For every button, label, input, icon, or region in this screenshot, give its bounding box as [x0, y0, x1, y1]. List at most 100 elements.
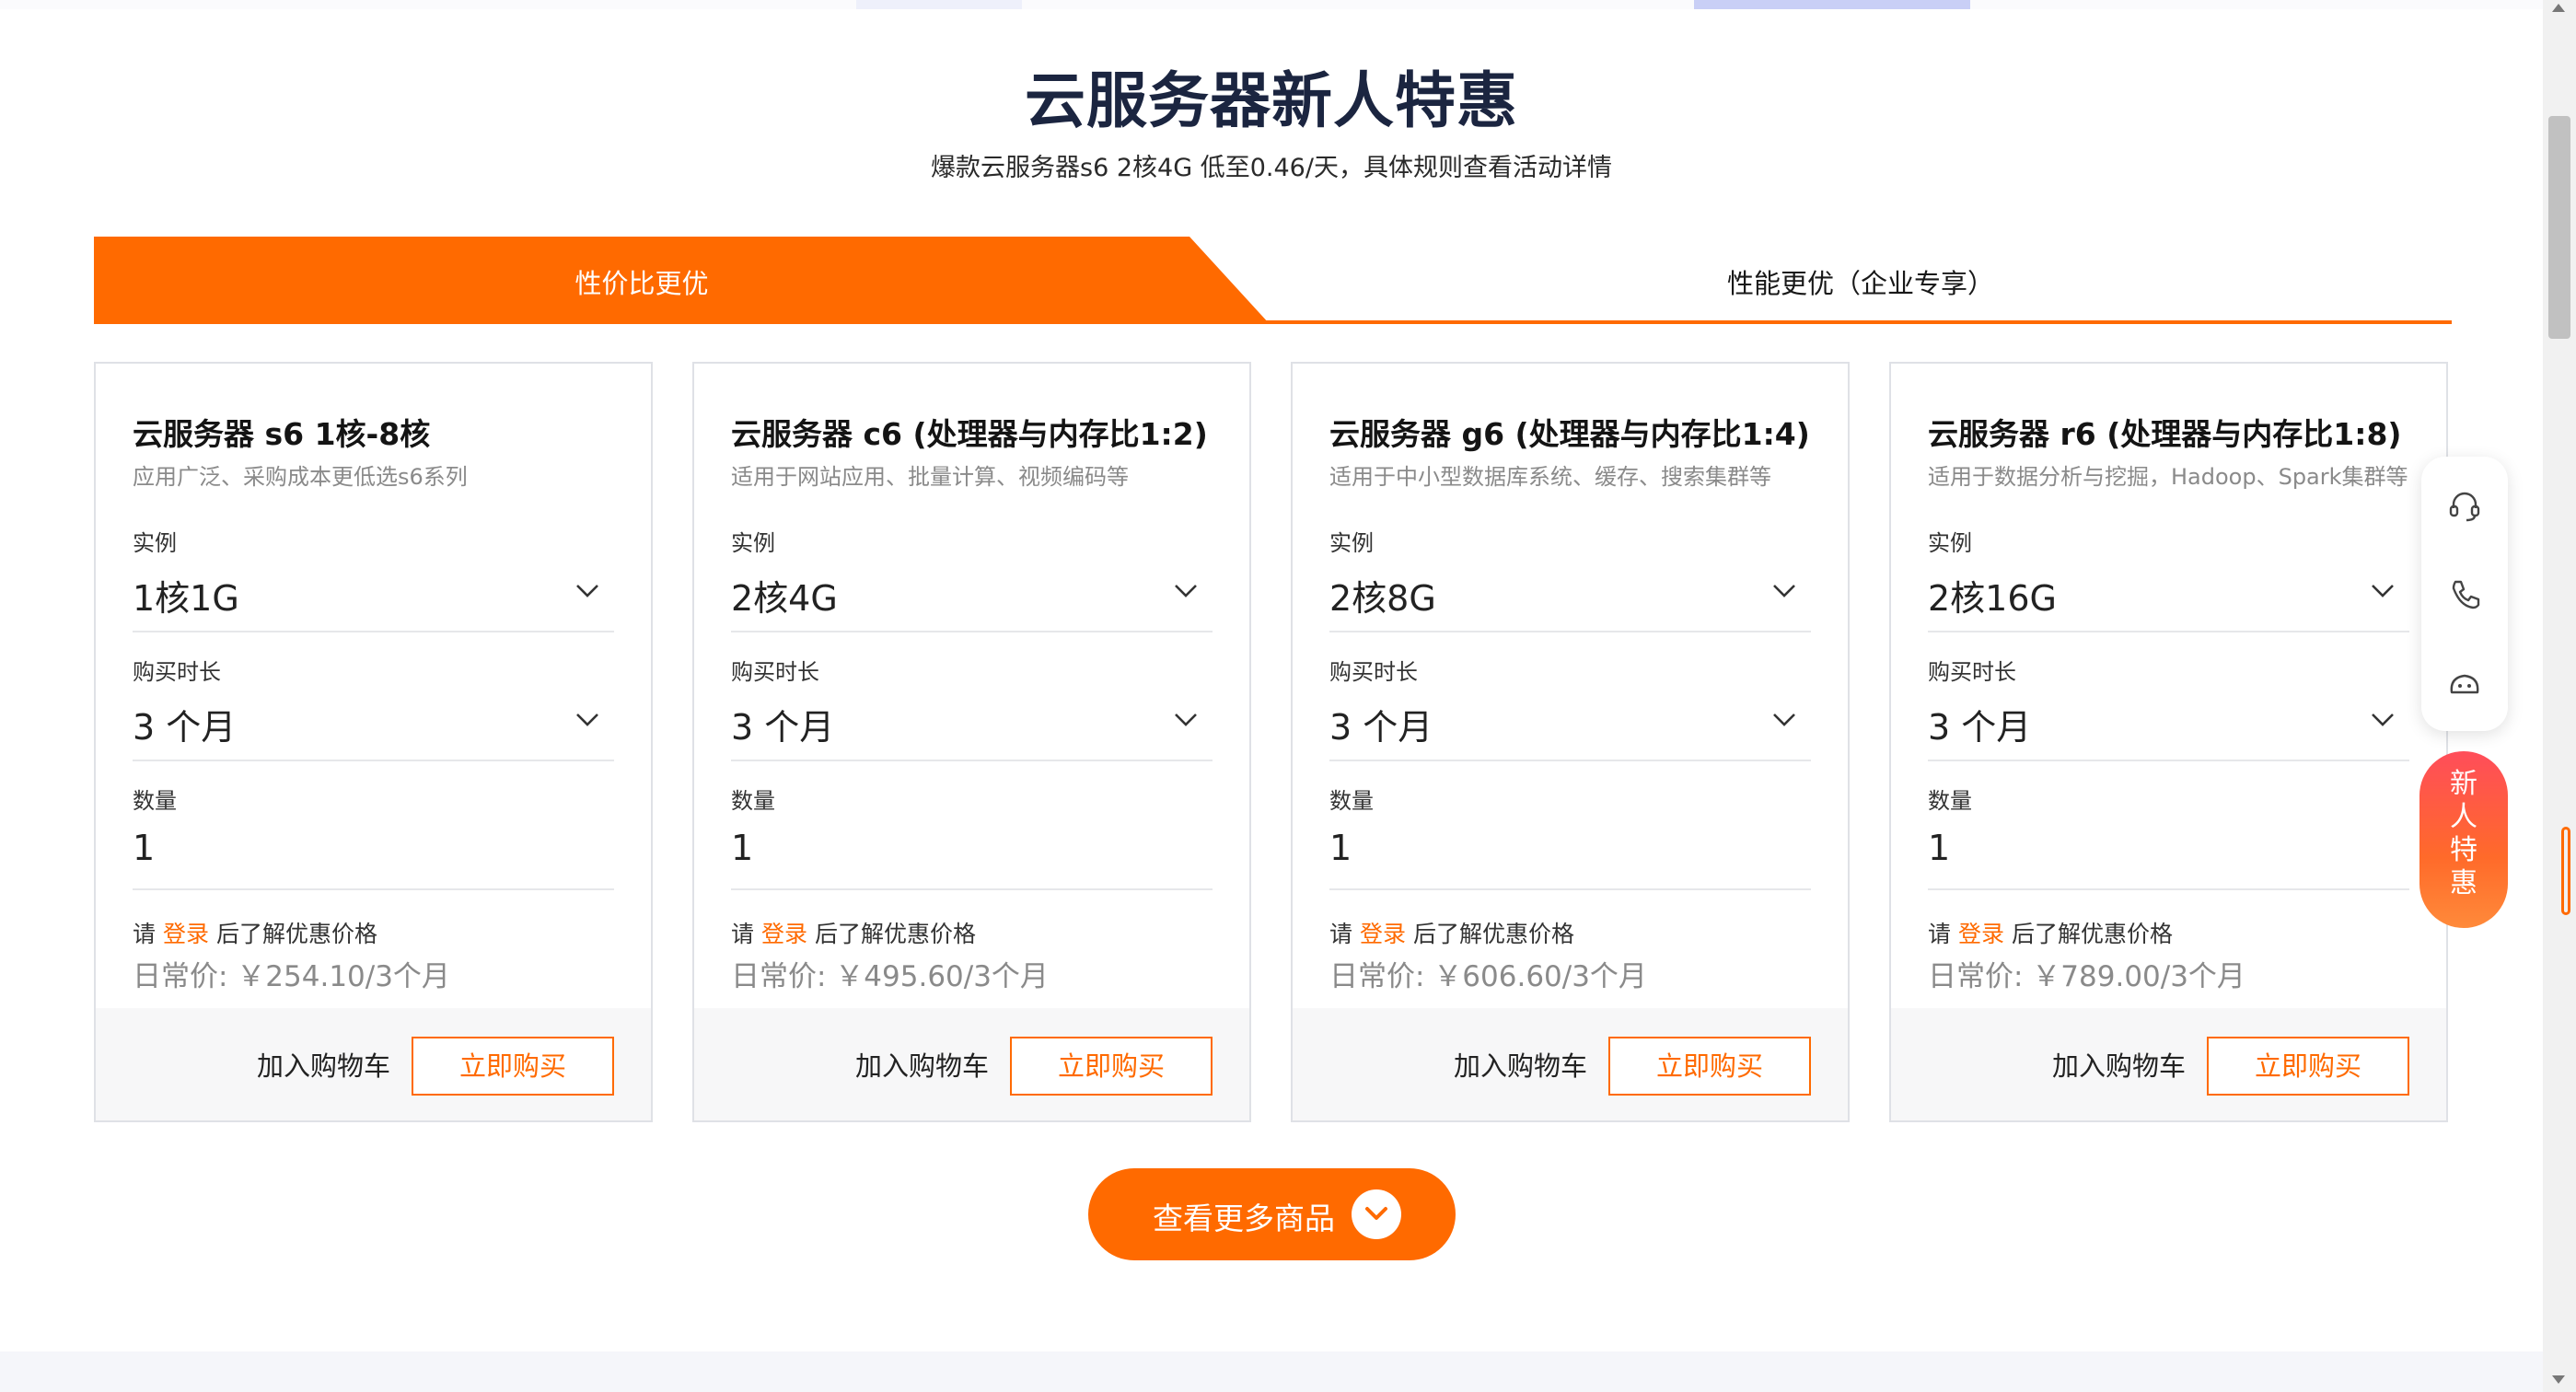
chevron-down-icon: [576, 713, 598, 726]
login-hint: 请 登录 后了解优惠价格: [133, 916, 377, 949]
card-actions: 加入购物车 立即购买: [694, 1008, 1249, 1120]
login-link[interactable]: 登录: [1360, 921, 1406, 947]
buy-now-button[interactable]: 立即购买: [1010, 1037, 1213, 1096]
tab-value[interactable]: 性价比更优: [94, 237, 1270, 324]
duration-select[interactable]: 3 个月: [1329, 686, 1811, 761]
instance-select[interactable]: 2核8G: [1329, 557, 1811, 632]
chevron-down-icon: [1175, 585, 1197, 597]
quantity-label: 数量: [133, 788, 177, 814]
scrollbar-thumb[interactable]: [2548, 116, 2570, 339]
page-title: 云服务器新人特惠: [1025, 65, 1518, 136]
headset-icon[interactable]: [2446, 488, 2483, 525]
scroll-up-icon[interactable]: [2552, 4, 2565, 12]
instance-value: 1核1G: [133, 578, 239, 619]
product-card: 云服务器 c6 (处理器与内存比1:2) 适用于网站应用、批量计算、视频编码等 …: [692, 362, 1251, 1122]
duration-label: 购买时长: [731, 659, 819, 685]
tab-label: 性价比更优: [574, 268, 709, 299]
add-to-cart-button[interactable]: 加入购物车: [855, 1045, 989, 1084]
banner-decoration: [856, 0, 1022, 9]
new-user-promo-button[interactable]: 新人特惠: [2419, 751, 2508, 928]
tab-underline: [1263, 320, 2452, 324]
quantity-input[interactable]: 1: [133, 815, 614, 890]
card-actions: 加入购物车 立即购买: [1293, 1008, 1848, 1120]
login-hint: 请 登录 后了解优惠价格: [1329, 916, 1574, 949]
quantity-value: 1: [731, 828, 754, 868]
quantity-value: 1: [1928, 828, 1951, 868]
instance-value: 2核4G: [731, 578, 838, 619]
banner-decoration: [1694, 0, 1970, 9]
duration-value: 3 个月: [133, 707, 237, 748]
regular-price: 日常价: ￥789.00/3个月: [1928, 960, 2245, 993]
chevron-down-icon: [2372, 713, 2394, 726]
product-tabs: 性价比更优 性能更优（企业专享）: [94, 237, 2452, 324]
login-link[interactable]: 登录: [163, 921, 209, 947]
quantity-label: 数量: [731, 788, 775, 814]
top-banner-edge: [0, 0, 2543, 9]
add-to-cart-button[interactable]: 加入购物车: [257, 1045, 390, 1084]
card-description: 适用于中小型数据库系统、缓存、搜索集群等: [1329, 464, 1771, 490]
card-title: 云服务器 c6 (处理器与内存比1:2): [731, 416, 1208, 452]
quantity-label: 数量: [1928, 788, 1972, 814]
page-subtitle: 爆款云服务器s6 2核4G 低至0.46/天，具体规则查看活动详情: [931, 154, 1612, 182]
add-to-cart-button[interactable]: 加入购物车: [2052, 1045, 2186, 1084]
login-prefix: 请: [1928, 921, 1952, 947]
quantity-value: 1: [133, 828, 156, 868]
instance-select[interactable]: 2核16G: [1928, 557, 2409, 632]
duration-value: 3 个月: [1928, 707, 2032, 748]
quantity-label: 数量: [1329, 788, 1374, 814]
card-title: 云服务器 s6 1核-8核: [133, 416, 431, 452]
duration-label: 购买时长: [1928, 659, 2016, 685]
chevron-down-icon: [1773, 585, 1795, 597]
card-description: 适用于数据分析与挖掘，Hadoop、Spark集群等: [1928, 464, 2408, 490]
add-to-cart-button[interactable]: 加入购物车: [1454, 1045, 1587, 1084]
promo-label: 新人特惠: [2450, 768, 2477, 899]
product-card: 云服务器 r6 (处理器与内存比1:8) 适用于数据分析与挖掘，Hadoop、S…: [1889, 362, 2448, 1122]
regular-price: 日常价: ￥254.10/3个月: [133, 960, 450, 993]
quantity-value: 1: [1329, 828, 1352, 868]
buy-now-button[interactable]: 立即购买: [2207, 1037, 2409, 1096]
duration-select[interactable]: 3 个月: [1928, 686, 2409, 761]
login-suffix: 后了解优惠价格: [215, 921, 377, 947]
buy-now-button[interactable]: 立即购买: [1608, 1037, 1811, 1096]
login-suffix: 后了解优惠价格: [814, 921, 976, 947]
floating-contact-panel: [2421, 457, 2508, 731]
login-link[interactable]: 登录: [1958, 921, 2004, 947]
tab-performance[interactable]: 性能更优（企业专享）: [1270, 262, 2452, 301]
card-actions: 加入购物车 立即购买: [96, 1008, 651, 1120]
chat-bot-icon[interactable]: [2446, 667, 2483, 703]
duration-value: 3 个月: [731, 707, 835, 748]
instance-label: 实例: [1928, 530, 1972, 556]
side-drawer-handle[interactable]: [2561, 827, 2570, 915]
next-section-background: [0, 1351, 2543, 1392]
login-hint: 请 登录 后了解优惠价格: [731, 916, 976, 949]
login-prefix: 请: [133, 921, 157, 947]
duration-select[interactable]: 3 个月: [133, 686, 614, 761]
card-actions: 加入购物车 立即购买: [1891, 1008, 2446, 1120]
login-hint: 请 登录 后了解优惠价格: [1928, 916, 2173, 949]
chevron-down-circle-icon: [1352, 1189, 1401, 1239]
duration-select[interactable]: 3 个月: [731, 686, 1213, 761]
instance-select[interactable]: 1核1G: [133, 557, 614, 632]
card-description: 适用于网站应用、批量计算、视频编码等: [731, 464, 1129, 490]
quantity-input[interactable]: 1: [731, 815, 1213, 890]
duration-label: 购买时长: [133, 659, 221, 685]
card-title: 云服务器 g6 (处理器与内存比1:4): [1329, 416, 1810, 452]
chevron-down-icon: [1175, 713, 1197, 726]
quantity-input[interactable]: 1: [1928, 815, 2409, 890]
login-link[interactable]: 登录: [761, 921, 807, 947]
instance-label: 实例: [133, 530, 177, 556]
login-suffix: 后了解优惠价格: [1412, 921, 1574, 947]
login-suffix: 后了解优惠价格: [2011, 921, 2173, 947]
product-card: 云服务器 s6 1核-8核 应用广泛、采购成本更低选s6系列 实例 1核1G 购…: [94, 362, 653, 1122]
instance-select[interactable]: 2核4G: [731, 557, 1213, 632]
quantity-input[interactable]: 1: [1329, 815, 1811, 890]
phone-icon[interactable]: [2446, 576, 2483, 613]
chevron-down-icon: [2372, 585, 2394, 597]
card-title: 云服务器 r6 (处理器与内存比1:8): [1928, 416, 2402, 452]
chevron-down-icon: [576, 585, 598, 597]
scroll-down-icon[interactable]: [2552, 1375, 2565, 1384]
login-prefix: 请: [731, 921, 755, 947]
regular-price: 日常价: ￥606.60/3个月: [1329, 960, 1647, 993]
view-more-button[interactable]: 查看更多商品: [1088, 1168, 1456, 1260]
buy-now-button[interactable]: 立即购买: [412, 1037, 614, 1096]
